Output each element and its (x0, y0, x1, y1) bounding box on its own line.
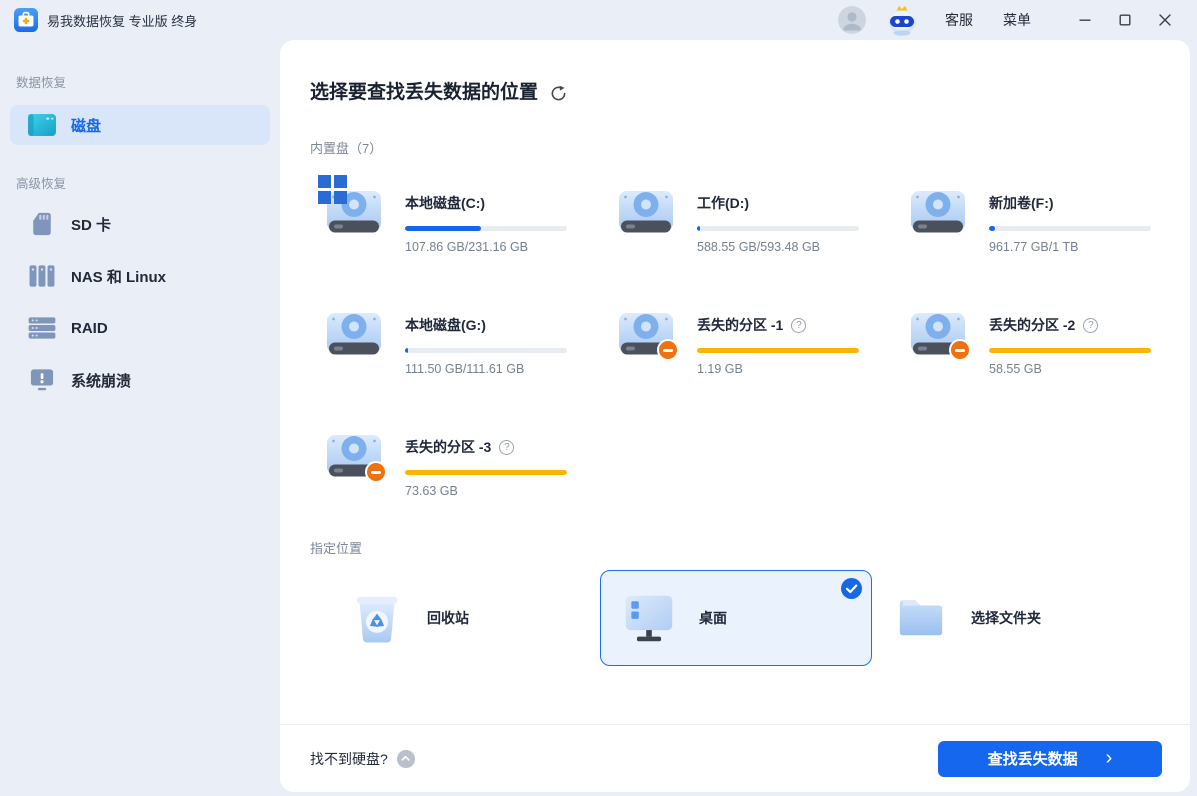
desktop-icon (623, 590, 675, 646)
drive-tile[interactable]: 工作(D:) 588.55 GB/593.48 GB (602, 183, 894, 253)
customer-service-button[interactable]: 客服 (945, 10, 973, 30)
help-icon[interactable]: ? (791, 318, 806, 333)
drive-size: 1.19 GB (697, 362, 859, 376)
minimize-button[interactable] (1069, 5, 1101, 35)
drive-tile[interactable]: 丢失的分区 -2 ? 58.55 GB (894, 305, 1186, 375)
location-label: 桌面 (699, 608, 727, 628)
avatar[interactable] (838, 6, 866, 34)
hard-drive-icon (617, 187, 675, 243)
sidebar-item-label: NAS 和 Linux (71, 266, 166, 287)
hard-drive-icon (325, 309, 383, 365)
close-button[interactable] (1149, 5, 1181, 35)
capacity-bar (405, 226, 567, 231)
sidebar-item-label: 磁盘 (71, 115, 101, 136)
capacity-bar (989, 348, 1151, 353)
help-icon[interactable]: ? (499, 440, 514, 455)
hard-drive-icon (909, 309, 967, 365)
hard-drive-icon (325, 431, 383, 487)
hard-drive-icon (909, 187, 967, 243)
capacity-bar (989, 226, 1151, 231)
drive-name: 本地磁盘(C:) (405, 193, 485, 213)
location-label: 回收站 (427, 608, 469, 628)
capacity-bar (405, 348, 567, 353)
sidebar-item-system-crash[interactable]: 系统崩溃 (10, 360, 270, 400)
maximize-button[interactable] (1109, 5, 1141, 35)
cant-find-disk-link[interactable]: 找不到硬盘? (310, 749, 388, 769)
drive-size: 961.77 GB/1 TB (989, 240, 1151, 254)
app-logo-icon (14, 8, 38, 32)
drive-size: 107.86 GB/231.16 GB (405, 240, 567, 254)
drive-name: 本地磁盘(G:) (405, 315, 486, 335)
drive-tile[interactable]: 新加卷(F:) 961.77 GB/1 TB (894, 183, 1186, 253)
lost-partition-badge (657, 339, 679, 361)
location-card[interactable]: 回收站 (328, 570, 600, 666)
drive-size: 58.55 GB (989, 362, 1151, 376)
drive-tile[interactable]: 本地磁盘(G:) 111.50 GB/111.61 GB (310, 305, 602, 375)
drive-name: 工作(D:) (697, 193, 749, 213)
scan-button[interactable]: 查找丢失数据 › (938, 741, 1162, 777)
drive-name: 丢失的分区 -1 (697, 315, 783, 335)
sidebar-item-nas-linux[interactable]: NAS 和 Linux (10, 256, 270, 296)
sidebar-item-sd-card[interactable]: SD 卡 (10, 204, 270, 244)
sidebar-item-disk[interactable]: 磁盘 (10, 105, 270, 145)
arrow-right-icon: › (1106, 748, 1113, 768)
titlebar: 易我数据恢复 专业版 终身 客服 菜单 (0, 0, 1197, 40)
sidebar-item-label: 系统崩溃 (71, 370, 131, 391)
drive-tile[interactable]: 丢失的分区 -3 ? 73.63 GB (310, 427, 602, 497)
windows-logo-badge (318, 175, 347, 204)
sidebar: 数据恢复 磁盘 高级恢复 SD 卡 (0, 40, 280, 796)
hard-drive-icon (617, 309, 675, 365)
sd-card-icon (27, 211, 57, 237)
nas-icon (27, 264, 57, 288)
location-card[interactable]: 桌面 (600, 570, 872, 666)
capacity-bar (405, 470, 567, 475)
main-panel: 选择要查找丢失数据的位置 内置盘（7） 本地磁盘 (280, 40, 1190, 792)
drive-tile[interactable]: 本地磁盘(C:) 107.86 GB/231.16 GB (310, 183, 602, 253)
refresh-icon[interactable] (550, 85, 567, 102)
raid-icon (27, 316, 57, 340)
sidebar-item-raid[interactable]: RAID (10, 308, 270, 348)
sidebar-item-label: RAID (71, 320, 108, 337)
section-label-advanced-recovery: 高级恢复 (16, 173, 280, 192)
drive-name: 新加卷(F:) (989, 193, 1054, 213)
page-title: 选择要查找丢失数据的位置 (310, 82, 538, 104)
internal-drives-label: 内置盘（7） (310, 141, 1190, 156)
capacity-bar (697, 226, 859, 231)
footer-bar: 找不到硬盘? 查找丢失数据 › (280, 724, 1190, 792)
drive-size: 588.55 GB/593.48 GB (697, 240, 859, 254)
location-label: 选择文件夹 (971, 608, 1041, 628)
drive-grid: 本地磁盘(C:) 107.86 GB/231.16 GB 工作(D:) (310, 183, 1190, 497)
section-label-data-recovery: 数据恢复 (16, 72, 280, 91)
drive-size: 73.63 GB (405, 484, 567, 498)
specified-locations-label: 指定位置 (310, 541, 1190, 556)
hard-drive-icon (325, 187, 383, 243)
drive-name: 丢失的分区 -3 (405, 437, 491, 457)
location-card[interactable]: 选择文件夹 (872, 570, 1144, 666)
drive-size: 111.50 GB/111.61 GB (405, 362, 567, 376)
assistant-robot-icon[interactable] (883, 3, 921, 37)
capacity-bar (697, 348, 859, 353)
drive-tile[interactable]: 丢失的分区 -1 ? 1.19 GB (602, 305, 894, 375)
sidebar-item-label: SD 卡 (71, 214, 111, 235)
lost-partition-badge (365, 461, 387, 483)
recycle-bin-icon (351, 590, 403, 646)
help-icon[interactable]: ? (1083, 318, 1098, 333)
disk-icon (27, 112, 57, 138)
location-row: 回收站 (328, 570, 1190, 666)
lost-partition-badge (949, 339, 971, 361)
system-crash-icon (27, 368, 57, 392)
chevron-up-icon[interactable] (397, 750, 415, 768)
selected-check-icon (841, 578, 862, 599)
menu-button[interactable]: 菜单 (1003, 10, 1031, 30)
folder-icon (895, 590, 947, 646)
app-title: 易我数据恢复 专业版 终身 (47, 11, 197, 30)
scan-button-label: 查找丢失数据 (988, 748, 1078, 769)
drive-name: 丢失的分区 -2 (989, 315, 1075, 335)
